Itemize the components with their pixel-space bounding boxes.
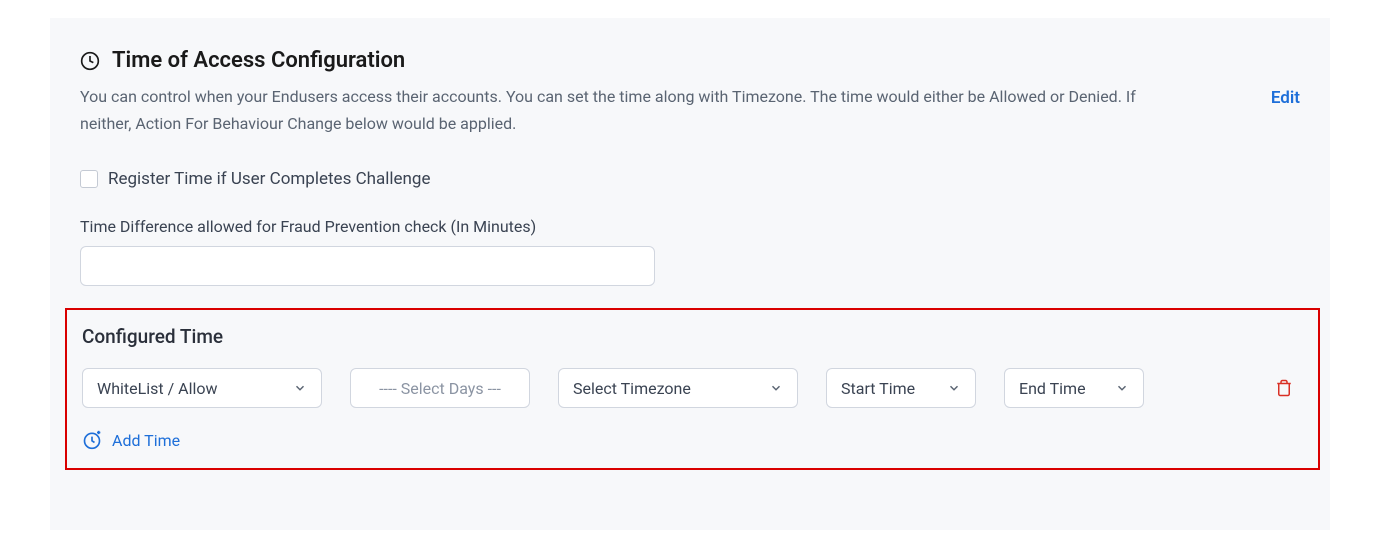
days-select[interactable]: ---- Select Days --- bbox=[350, 368, 530, 408]
add-time-button[interactable]: Add Time bbox=[82, 430, 1303, 450]
timezone-select[interactable]: Select Timezone bbox=[558, 368, 798, 408]
whitelist-select-value: WhiteList / Allow bbox=[97, 379, 218, 398]
end-time-value: End Time bbox=[1019, 379, 1086, 398]
description-text: You can control when your Endusers acces… bbox=[80, 83, 1140, 137]
chevron-down-icon bbox=[769, 381, 783, 395]
time-diff-label: Time Difference allowed for Fraud Preven… bbox=[80, 217, 1300, 236]
time-access-panel: Time of Access Configuration You can con… bbox=[50, 18, 1330, 530]
start-time-select[interactable]: Start Time bbox=[826, 368, 976, 408]
add-time-label: Add Time bbox=[112, 431, 180, 450]
edit-link[interactable]: Edit bbox=[1271, 88, 1300, 108]
time-diff-input[interactable] bbox=[80, 246, 655, 286]
register-time-row: Register Time if User Completes Challeng… bbox=[80, 169, 1300, 189]
register-time-label: Register Time if User Completes Challeng… bbox=[108, 169, 430, 189]
delete-row-button[interactable] bbox=[1275, 378, 1293, 398]
configured-time-section: Configured Time WhiteList / Allow ---- S… bbox=[65, 308, 1320, 470]
header-row: Time of Access Configuration You can con… bbox=[80, 48, 1300, 137]
chevron-down-icon bbox=[293, 381, 307, 395]
days-select-placeholder: ---- Select Days --- bbox=[379, 379, 501, 398]
start-time-value: Start Time bbox=[841, 379, 915, 398]
header-left: Time of Access Configuration You can con… bbox=[80, 48, 1140, 137]
chevron-down-icon bbox=[947, 381, 961, 395]
configured-time-title: Configured Time bbox=[82, 325, 1303, 348]
end-time-select[interactable]: End Time bbox=[1004, 368, 1144, 408]
page-title: Time of Access Configuration bbox=[112, 48, 405, 73]
title-row: Time of Access Configuration bbox=[80, 48, 1140, 73]
clock-icon bbox=[80, 51, 100, 71]
time-row-controls: WhiteList / Allow ---- Select Days --- S… bbox=[82, 368, 1303, 408]
chevron-down-icon bbox=[1115, 381, 1129, 395]
whitelist-select[interactable]: WhiteList / Allow bbox=[82, 368, 322, 408]
add-clock-icon bbox=[82, 430, 102, 450]
timezone-select-value: Select Timezone bbox=[573, 379, 691, 398]
register-time-checkbox[interactable] bbox=[80, 170, 98, 188]
